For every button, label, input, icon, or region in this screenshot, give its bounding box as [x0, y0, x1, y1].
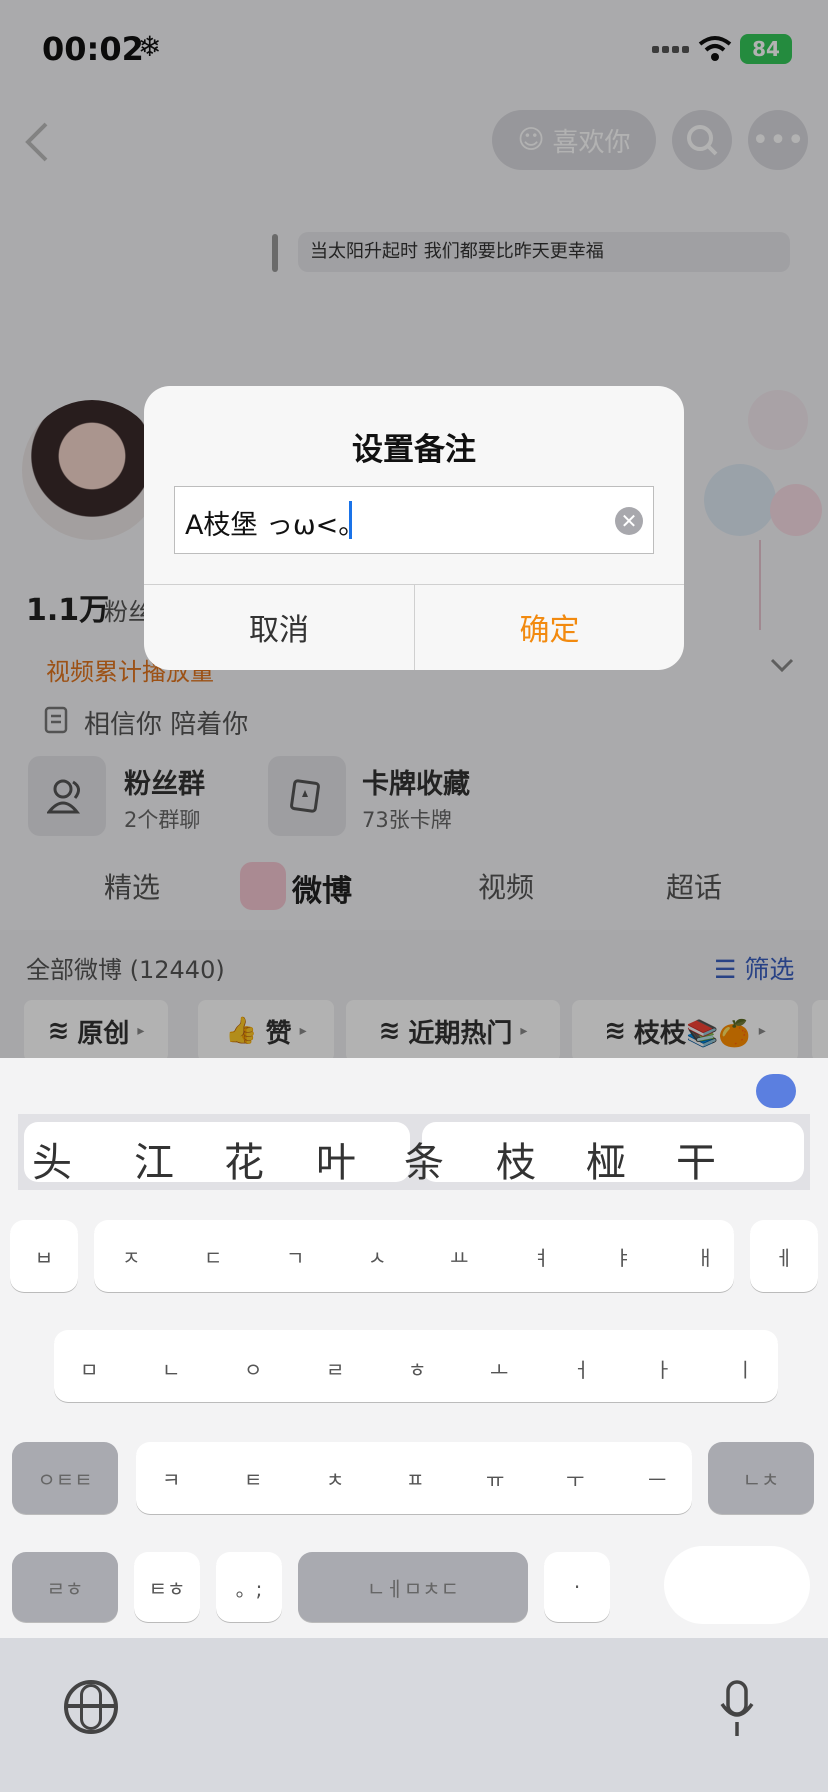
confirm-button[interactable]: 确定: [415, 584, 684, 670]
punctuation-key[interactable]: 。;: [216, 1552, 282, 1622]
key[interactable]: ㅍ: [406, 1464, 424, 1493]
key[interactable]: ㅡ: [648, 1464, 666, 1493]
key[interactable]: ㅁ: [80, 1354, 98, 1383]
key[interactable]: ㄱ: [286, 1242, 304, 1271]
key[interactable]: ㅌㅎ: [134, 1552, 200, 1622]
key[interactable]: ㅛ: [450, 1242, 468, 1271]
mode-key[interactable]: ㄹㅎ: [12, 1552, 118, 1622]
key[interactable]: ㅕ: [532, 1242, 550, 1271]
candidate-word[interactable]: 干: [676, 1130, 716, 1188]
key[interactable]: ㅏ: [654, 1354, 672, 1383]
keyboard: 头 江 花 叶 条 枝 桠 干 ㅂ ㅈ ㄷ ㄱ ㅅ ㅛ ㅕ ㅑ ㅐ ㅔ ㅁ ㄴ …: [0, 1058, 828, 1792]
key-row-1: [94, 1220, 734, 1292]
key[interactable]: ㅅ: [368, 1242, 386, 1271]
space-key[interactable]: ㄴㅔㅁㅊㄷ: [298, 1552, 528, 1622]
set-remark-dialog: 设置备注 A枝堡 っω<。 ✕ 取消 确定: [144, 386, 684, 670]
key[interactable]: ㅈ: [122, 1242, 140, 1271]
key[interactable]: ㅜ: [566, 1464, 584, 1493]
dot-key[interactable]: ·: [544, 1552, 610, 1622]
key[interactable]: ㅣ: [736, 1354, 754, 1383]
return-key[interactable]: [664, 1546, 810, 1624]
key[interactable]: ㄹ: [326, 1354, 344, 1383]
key[interactable]: ㅂ: [10, 1220, 78, 1292]
globe-equator: [66, 1704, 116, 1708]
cancel-button[interactable]: 取消: [144, 584, 414, 670]
key[interactable]: ㄷ: [204, 1242, 222, 1271]
remark-input-value: A枝堡 っω<。: [185, 510, 366, 541]
microphone-icon[interactable]: [720, 1680, 754, 1738]
key[interactable]: ㅎ: [408, 1354, 426, 1383]
text-caret: [349, 501, 352, 539]
key[interactable]: ㅗ: [490, 1354, 508, 1383]
remark-input[interactable]: A枝堡 っω<。 ✕: [174, 486, 654, 554]
key[interactable]: ㅠ: [486, 1464, 504, 1493]
candidate-word[interactable]: 头: [32, 1130, 72, 1188]
candidate-word[interactable]: 叶: [316, 1130, 356, 1188]
candidate-word[interactable]: 江: [134, 1130, 174, 1188]
key[interactable]: ㅐ: [696, 1242, 714, 1271]
key[interactable]: ㅊ: [326, 1464, 344, 1493]
key[interactable]: ㅔ: [750, 1220, 818, 1292]
candidate-word[interactable]: 条: [404, 1130, 444, 1188]
candidate-word[interactable]: 桠: [586, 1130, 626, 1188]
key[interactable]: ㅌ: [244, 1464, 262, 1493]
candidate-word[interactable]: 花: [224, 1130, 264, 1188]
clear-input-icon[interactable]: ✕: [615, 507, 643, 535]
key[interactable]: ㅓ: [572, 1354, 590, 1383]
candidate-word[interactable]: 枝: [496, 1130, 536, 1188]
key[interactable]: ㄴ: [162, 1354, 180, 1383]
key[interactable]: ㅇ: [244, 1354, 262, 1383]
delete-key[interactable]: ㄴㅊ: [708, 1442, 814, 1514]
key[interactable]: ㅑ: [614, 1242, 632, 1271]
candidate-bar: 头 江 花 叶 条 枝 桠 干: [18, 1114, 810, 1190]
dialog-title: 设置备注: [352, 432, 476, 468]
shift-key[interactable]: ㅇㅌㅌ: [12, 1442, 118, 1514]
key[interactable]: ㅋ: [162, 1464, 180, 1493]
keyboard-mascot-icon[interactable]: [756, 1074, 796, 1108]
